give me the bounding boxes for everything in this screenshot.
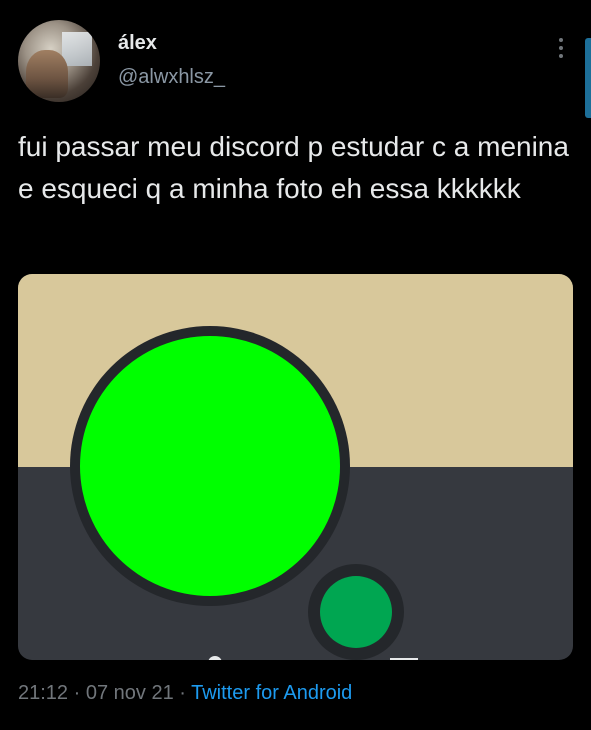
cropped-content-hint bbox=[390, 658, 418, 660]
meta-separator: · bbox=[173, 682, 192, 704]
scroll-indicator[interactable] bbox=[585, 38, 591, 118]
tweet-metadata: 21:12 · 07 nov 21 · Twitter for Android bbox=[18, 682, 352, 705]
tweet-date: 07 nov 21 bbox=[85, 682, 174, 704]
more-options-button[interactable] bbox=[549, 34, 573, 62]
tweet-time: 21:12 bbox=[18, 682, 69, 704]
tweet-media-image[interactable] bbox=[18, 274, 573, 660]
cropped-content-hint bbox=[208, 656, 222, 660]
tweet-source-link[interactable]: Twitter for Android bbox=[191, 682, 352, 704]
online-status-icon bbox=[308, 564, 404, 660]
status-dot-fill bbox=[320, 576, 392, 648]
author-display-name[interactable]: álex bbox=[118, 32, 157, 55]
avatar-window-detail bbox=[62, 32, 92, 66]
vertical-dots-icon bbox=[559, 46, 563, 50]
vertical-dots-icon bbox=[559, 38, 563, 42]
vertical-dots-icon bbox=[559, 54, 563, 58]
tweet-text: fui passar meu discord p estudar c a men… bbox=[18, 131, 569, 204]
avatar-figure-detail bbox=[26, 50, 68, 98]
author-avatar[interactable] bbox=[18, 20, 100, 102]
discord-profile-avatar bbox=[70, 326, 404, 660]
green-avatar-fill bbox=[80, 336, 340, 596]
tweet-header: álex @alwxhlsz_ bbox=[18, 20, 573, 102]
meta-separator: · bbox=[68, 682, 86, 704]
author-handle[interactable]: @alwxhlsz_ bbox=[118, 66, 225, 89]
